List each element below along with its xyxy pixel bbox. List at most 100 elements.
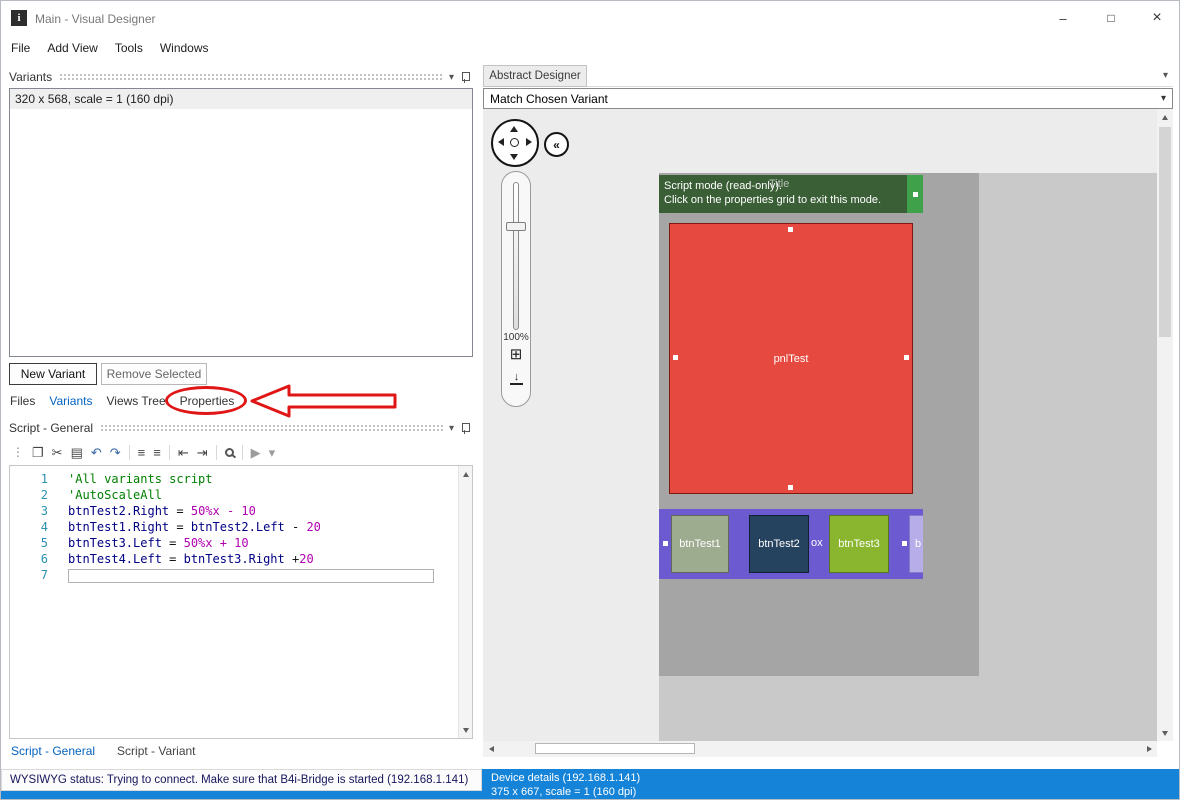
code-editor[interactable]: 1 'All variants script 2 'AutoScaleAll 3 btnT… [9, 465, 473, 739]
designer-tab-strip: Abstract Designer ▾ [483, 65, 1173, 87]
chevron-down-icon[interactable]: ▾ [1163, 70, 1168, 81]
code-text [68, 567, 434, 583]
toolbar-separator [215, 444, 217, 460]
hidden-title-label: Title [769, 178, 790, 190]
canvas-vertical-scrollbar[interactable] [1157, 109, 1173, 741]
fit-grid-icon[interactable]: ⊞ [502, 347, 530, 362]
paste-icon[interactable]: ▤ [71, 446, 83, 459]
toolbar-separator [128, 444, 130, 460]
menu-tools[interactable]: Tools [115, 41, 143, 55]
scrollbar-thumb[interactable] [1159, 127, 1171, 337]
code-line[interactable]: 7 [10, 567, 472, 583]
code-line[interactable]: 5 btnTest3.Left = 50%x + 10 [10, 535, 472, 551]
tab-views-tree[interactable]: Views Tree [99, 394, 172, 408]
arrow-left-icon[interactable] [498, 138, 504, 146]
selection-handle[interactable] [788, 485, 793, 490]
canvas-horizontal-scrollbar[interactable] [483, 741, 1157, 757]
toolbar-overflow-icon[interactable]: ▾ [269, 446, 276, 459]
selection-handle[interactable] [673, 355, 678, 360]
view-btnTest4[interactable]: b [909, 515, 923, 573]
scroll-up-icon[interactable] [459, 467, 472, 481]
selection-handle[interactable] [788, 227, 793, 232]
chevron-down-icon[interactable]: ▾ [449, 72, 454, 83]
script-panel-title: Script - General [9, 421, 94, 435]
code-text: btnTest1.Right = btnTest2.Left - 20 [68, 520, 321, 534]
comment-icon[interactable]: ≡ [138, 446, 146, 459]
view-pnlTest[interactable]: pnlTest [669, 223, 913, 494]
view-btnTest2[interactable]: btnTest2 [749, 515, 809, 573]
menu-windows[interactable]: Windows [160, 41, 209, 55]
cut-icon[interactable]: ✂ [52, 446, 63, 459]
chevron-down-icon[interactable]: ▾ [449, 423, 454, 434]
remove-selected-button[interactable]: Remove Selected [101, 363, 207, 385]
view-btnTest3[interactable]: btnTest3 [829, 515, 889, 573]
undo-icon[interactable]: ↶ [91, 446, 102, 459]
line-number: 7 [40, 568, 48, 582]
arrow-down-icon[interactable] [510, 154, 518, 160]
tab-abstract-designer[interactable]: Abstract Designer [483, 65, 587, 87]
dpad-center-icon[interactable] [510, 138, 519, 147]
pin-icon[interactable] [459, 422, 471, 435]
arrow-right-icon[interactable] [526, 138, 532, 146]
menu-bar: File Add View Tools Windows [1, 35, 1179, 61]
arrow-up-icon[interactable] [510, 126, 518, 132]
toolbar-separator [168, 444, 170, 460]
view-btnTest1[interactable]: btnTest1 [671, 515, 729, 573]
import-icon[interactable]: ↓ [510, 371, 523, 386]
run-icon[interactable]: ▶ [251, 446, 261, 459]
zoom-slider-thumb[interactable] [506, 222, 526, 231]
code-line[interactable]: 6 btnTest4.Left = btnTest3.Right +20 [10, 551, 472, 567]
minimize-button[interactable]: – [1045, 6, 1081, 30]
scroll-left-icon[interactable] [483, 741, 499, 757]
redo-icon[interactable]: ↷ [110, 446, 121, 459]
variants-list[interactable]: 320 x 568, scale = 1 (160 dpi) [9, 88, 473, 357]
variant-combobox[interactable]: Match Chosen Variant ▾ [483, 88, 1173, 109]
indent-icon[interactable]: ⇥ [197, 446, 208, 459]
code-edit-box[interactable] [68, 568, 434, 583]
zoom-slider-track[interactable] [513, 182, 519, 330]
panel-header-texture [59, 72, 444, 82]
variant-list-item[interactable]: 320 x 568, scale = 1 (160 dpi) [10, 89, 472, 109]
tab-variants[interactable]: Variants [42, 394, 99, 408]
line-number: 6 [40, 552, 48, 566]
scrollbar-thumb[interactable] [535, 743, 695, 754]
pin-icon[interactable] [459, 71, 471, 84]
maximize-button[interactable]: □ [1093, 6, 1129, 30]
code-line[interactable]: 1 'All variants script [10, 471, 472, 487]
selection-handle[interactable] [663, 541, 668, 546]
menu-add-view[interactable]: Add View [47, 41, 97, 55]
new-variant-button[interactable]: New Variant [9, 363, 97, 385]
wysiwyg-status: WYSIWYG status: Trying to connect. Make … [1, 769, 482, 791]
scroll-down-icon[interactable] [459, 723, 472, 737]
scroll-up-icon[interactable] [1157, 109, 1173, 125]
outdent-icon[interactable]: ⇤ [178, 446, 189, 459]
tab-script-general[interactable]: Script - General [11, 744, 95, 758]
selection-handle[interactable] [904, 355, 909, 360]
copy-icon[interactable]: ❐ [32, 446, 44, 459]
tab-files[interactable]: Files [3, 394, 42, 408]
editor-scrollbar[interactable] [458, 466, 472, 738]
scroll-down-icon[interactable] [1157, 725, 1173, 741]
line-number: 5 [40, 536, 48, 550]
code-line[interactable]: 3 btnTest2.Right = 50%x - 10 [10, 503, 472, 519]
collapse-tools-button[interactable]: « [544, 132, 569, 157]
code-line[interactable]: 2 'AutoScaleAll [10, 487, 472, 503]
selection-handle[interactable] [913, 192, 918, 197]
variants-panel-header: Variants ▾ [9, 67, 473, 87]
device-variant: 375 x 667, scale = 1 (160 dpi) [491, 786, 637, 798]
code-line[interactable]: 4 btnTest1.Right = btnTest2.Left - 20 [10, 519, 472, 535]
uncomment-icon[interactable]: ≡ [153, 446, 161, 459]
chevron-down-icon: ▾ [1160, 93, 1166, 104]
button-bar-panel[interactable]: btnTest1 btnTest2 ox btnTest3 b [659, 509, 923, 579]
designer-canvas[interactable]: Title Script mode (read-only). Click on … [483, 109, 1157, 741]
search-icon[interactable] [224, 447, 234, 457]
dpad-control[interactable] [491, 119, 539, 167]
tab-script-variant[interactable]: Script - Variant [117, 744, 195, 758]
menu-file[interactable]: File [11, 41, 30, 55]
code-text: 'AutoScaleAll [68, 488, 162, 502]
script-toolbar: ⋮ ❐ ✂ ▤ ↶ ↷ ≡ ≡ ⇤ ⇥ ▶ ▾ [9, 441, 473, 463]
close-button[interactable]: × [1139, 6, 1175, 30]
app-icon: i [11, 10, 27, 26]
scroll-right-icon[interactable] [1141, 741, 1157, 757]
selection-handle[interactable] [902, 541, 907, 546]
